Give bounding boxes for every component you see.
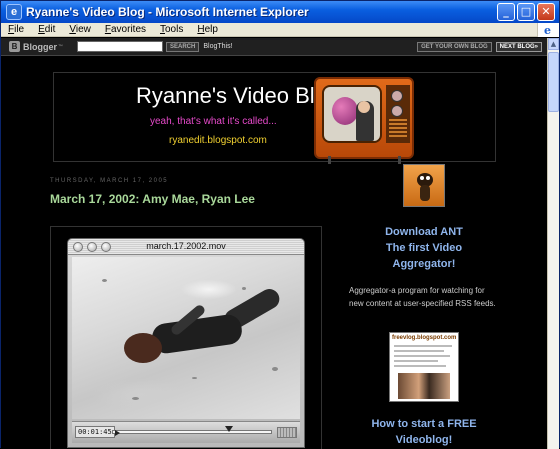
blog-header[interactable]: Ryanne's Video Blog yeah, that's what it… bbox=[53, 72, 496, 164]
video-filename: march.17.2002.mov bbox=[146, 241, 226, 251]
menu-file[interactable]: File bbox=[1, 24, 31, 35]
vertical-scrollbar[interactable]: ▲ bbox=[547, 38, 559, 449]
howto-line-2: Videoblog! bbox=[395, 434, 453, 446]
blog-tagline: yeah, that's what it's called... bbox=[150, 116, 277, 127]
ant-logo-image[interactable] bbox=[403, 164, 445, 207]
window-title: Ryanne's Video Blog - Microsoft Internet… bbox=[26, 5, 309, 19]
page-content: B Blogger ™ SEARCH BlogThis! GET YOUR OWN… bbox=[1, 38, 547, 449]
menu-bar: File Edit View Favorites Tools Help e bbox=[1, 22, 559, 37]
video-frame[interactable] bbox=[72, 257, 300, 419]
title-bar[interactable]: e Ryanne's Video Blog - Microsoft Intern… bbox=[1, 1, 559, 23]
post-title[interactable]: March 17, 2002: Amy Mae, Ryan Lee bbox=[50, 192, 255, 206]
player-title-bar: march.17.2002.mov bbox=[68, 239, 304, 255]
tv-screen bbox=[322, 85, 382, 143]
maximize-button[interactable]: □ bbox=[517, 3, 535, 21]
browser-window: e Ryanne's Video Blog - Microsoft Intern… bbox=[0, 0, 560, 449]
search-input[interactable] bbox=[77, 41, 164, 52]
blogger-navbar: B Blogger ™ SEARCH BlogThis! GET YOUR OWN… bbox=[1, 38, 547, 56]
download-ant-line-1: Download ANT bbox=[385, 226, 463, 238]
scroll-thumb[interactable] bbox=[548, 52, 559, 112]
scroll-up-icon[interactable]: ▲ bbox=[548, 38, 559, 50]
next-blog-button[interactable]: NEXT BLOG» bbox=[495, 41, 542, 52]
windows-logo-icon: e bbox=[537, 22, 559, 37]
blogger-b-icon: B bbox=[9, 41, 20, 52]
retro-tv-image bbox=[314, 77, 414, 164]
menu-tools[interactable]: Tools bbox=[153, 24, 190, 35]
menu-favorites[interactable]: Favorites bbox=[98, 24, 153, 35]
blogthis-link[interactable]: BlogThis! bbox=[203, 43, 232, 50]
menu-edit[interactable]: Edit bbox=[31, 24, 62, 35]
blog-title: Ryanne's Video Blog bbox=[136, 83, 340, 108]
playhead-icon[interactable] bbox=[225, 426, 233, 432]
ie-page-icon: e bbox=[6, 4, 22, 20]
blogger-logo-text: Blogger bbox=[23, 41, 58, 52]
volume-control[interactable] bbox=[277, 427, 297, 438]
howto-line-1: How to start a FREE bbox=[371, 418, 477, 430]
howto-videoblog-link[interactable]: How to start a FREE Videoblog! bbox=[331, 416, 517, 448]
freevlog-image[interactable]: freevlog.blogspot.com bbox=[389, 332, 459, 402]
tv-control-panel bbox=[386, 85, 410, 143]
blog-url: ryanedit.blogspot.com bbox=[169, 135, 267, 146]
video-scrubber[interactable] bbox=[112, 426, 272, 436]
search-button[interactable]: SEARCH bbox=[166, 41, 200, 52]
freevlog-caption: freevlog.blogspot.com bbox=[392, 335, 457, 341]
close-button[interactable]: ✕ bbox=[537, 3, 555, 21]
download-ant-line-3: Aggregator! bbox=[392, 258, 456, 270]
quicktime-player: march.17.2002.mov 00:01:45 bbox=[67, 238, 305, 448]
minimize-button[interactable]: _ bbox=[497, 3, 515, 21]
menu-view[interactable]: View bbox=[62, 24, 98, 35]
download-ant-line-2: The first Video bbox=[385, 242, 463, 254]
aggregator-description: Aggregator-a program for watching for ne… bbox=[349, 286, 496, 308]
menu-help[interactable]: Help bbox=[190, 24, 225, 35]
player-controls: 00:01:45 bbox=[72, 421, 300, 443]
play-icon[interactable] bbox=[115, 430, 120, 436]
post-date: THURSDAY, MARCH 17, 2005 bbox=[50, 178, 169, 184]
get-your-own-blog-button[interactable]: GET YOUR OWN BLOG bbox=[417, 41, 492, 52]
download-ant-link[interactable]: Download ANT The first Video Aggregator! bbox=[331, 224, 517, 272]
blogger-logo[interactable]: B Blogger ™ bbox=[9, 41, 63, 52]
video-timecode: 00:01:45 bbox=[75, 426, 115, 438]
